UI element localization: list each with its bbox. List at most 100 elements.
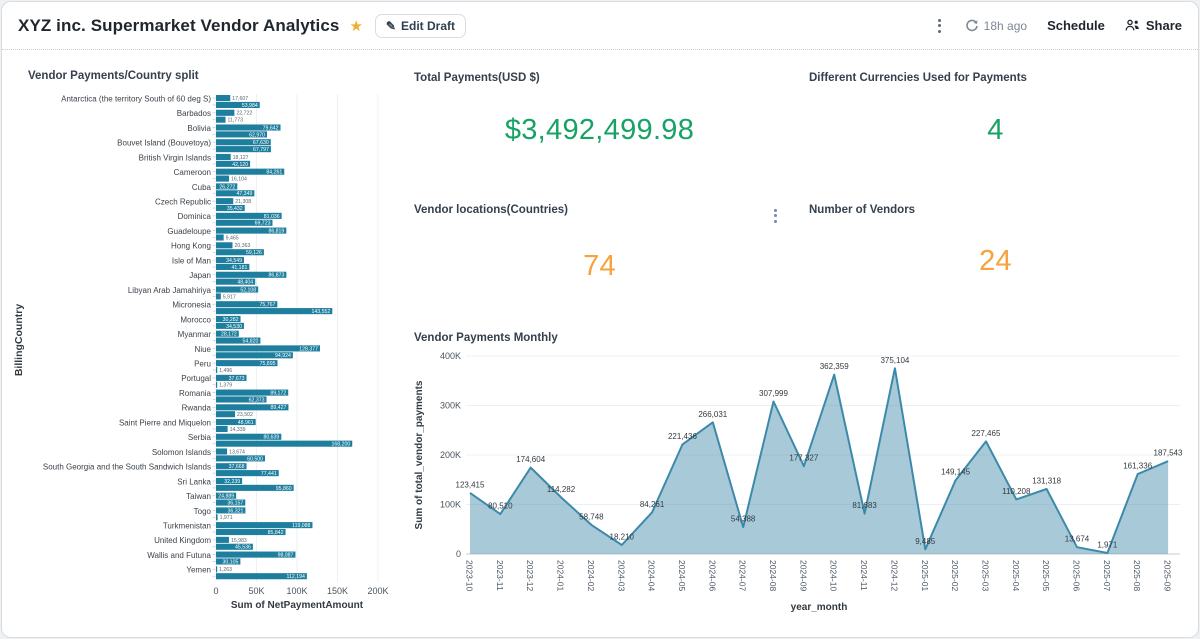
svg-text:2025-07: 2025-07 xyxy=(1102,560,1112,591)
svg-text:58,748: 58,748 xyxy=(579,512,604,521)
svg-text:32,239: 32,239 xyxy=(224,479,240,485)
svg-text:Niue: Niue xyxy=(195,345,212,354)
svg-text:2025-04: 2025-04 xyxy=(1011,560,1021,591)
svg-text:26,272: 26,272 xyxy=(219,184,235,190)
svg-text:75,767: 75,767 xyxy=(259,302,275,308)
card-title: Total Payments(USD $) xyxy=(414,72,781,84)
svg-text:54,388: 54,388 xyxy=(731,515,756,524)
card-title: Vendor locations(Countries) xyxy=(414,204,770,216)
svg-text:47,349: 47,349 xyxy=(236,191,252,197)
dashboard-title: XYZ inc. Supermarket Vendor Analytics xyxy=(18,16,339,36)
edit-draft-label: Edit Draft xyxy=(401,19,455,33)
svg-text:2024-01: 2024-01 xyxy=(556,560,566,591)
edit-draft-button[interactable]: ✎ Edit Draft xyxy=(375,14,466,38)
card-more-options-icon[interactable] xyxy=(770,204,781,227)
scalar-value: $3,492,499.98 xyxy=(402,84,797,190)
svg-text:2024-08: 2024-08 xyxy=(768,560,778,591)
share-button[interactable]: Share xyxy=(1125,18,1182,33)
svg-text:Sum of total_vendor_payments: Sum of total_vendor_payments xyxy=(414,380,425,529)
svg-text:67,630: 67,630 xyxy=(253,140,269,146)
card-number-of-vendors: Number of Vendors 24 xyxy=(797,190,1194,320)
svg-text:34,549: 34,549 xyxy=(226,258,242,264)
svg-text:161,336: 161,336 xyxy=(1123,462,1152,471)
svg-text:89,427: 89,427 xyxy=(271,405,287,411)
svg-text:Cameroon: Cameroon xyxy=(174,168,211,177)
svg-text:21,308: 21,308 xyxy=(235,199,251,205)
svg-text:37,668: 37,668 xyxy=(229,464,245,470)
svg-text:86,819: 86,819 xyxy=(268,228,284,234)
svg-text:Libyan Arab Jamahiriya: Libyan Arab Jamahiriya xyxy=(128,286,212,295)
svg-text:79,642: 79,642 xyxy=(263,125,279,131)
svg-text:9,485: 9,485 xyxy=(915,537,936,546)
svg-text:Antarctica (the territory Sout: Antarctica (the territory South of 60 de… xyxy=(61,94,211,103)
svg-text:174,604: 174,604 xyxy=(516,455,545,464)
svg-text:227,465: 227,465 xyxy=(971,429,1000,438)
svg-text:35,432: 35,432 xyxy=(227,206,243,212)
svg-text:100K: 100K xyxy=(286,586,307,596)
svg-text:Bouvet Island (Bouvetoya): Bouvet Island (Bouvetoya) xyxy=(117,139,211,148)
svg-text:69,723: 69,723 xyxy=(255,221,271,227)
svg-text:Cuba: Cuba xyxy=(192,183,212,192)
svg-text:13,674: 13,674 xyxy=(229,449,245,455)
svg-text:30,105: 30,105 xyxy=(223,559,239,565)
country-split-bar-chart[interactable]: 050K100K150K200KSum of NetPaymentAmountB… xyxy=(10,92,402,622)
svg-text:16,104: 16,104 xyxy=(231,176,247,182)
svg-text:13,674: 13,674 xyxy=(1065,535,1090,544)
svg-text:14,339: 14,339 xyxy=(230,427,246,433)
svg-text:2025-05: 2025-05 xyxy=(1041,560,1051,591)
svg-text:18,127: 18,127 xyxy=(233,155,249,161)
svg-text:2024-09: 2024-09 xyxy=(798,560,808,591)
svg-text:1,971: 1,971 xyxy=(220,515,233,521)
svg-text:2025-03: 2025-03 xyxy=(980,560,990,591)
share-label: Share xyxy=(1146,18,1182,33)
svg-text:37,673: 37,673 xyxy=(229,376,245,382)
svg-text:2023-11: 2023-11 xyxy=(495,560,505,591)
svg-text:2024-02: 2024-02 xyxy=(586,560,596,591)
schedule-button[interactable]: Schedule xyxy=(1047,18,1105,33)
svg-text:2024-05: 2024-05 xyxy=(677,560,687,591)
svg-text:119,088: 119,088 xyxy=(292,523,310,529)
svg-text:59,126: 59,126 xyxy=(246,250,262,256)
svg-text:67,797: 67,797 xyxy=(253,147,269,153)
svg-text:24,889: 24,889 xyxy=(218,494,234,500)
svg-text:22,722: 22,722 xyxy=(236,111,252,117)
svg-text:131,318: 131,318 xyxy=(1032,476,1061,485)
svg-text:86,873: 86,873 xyxy=(268,273,284,279)
favorite-star-icon[interactable]: ★ xyxy=(349,17,362,35)
svg-text:123,415: 123,415 xyxy=(456,480,485,489)
svg-text:11,773: 11,773 xyxy=(228,118,244,124)
svg-text:Sri Lanka: Sri Lanka xyxy=(177,477,211,486)
card-different-currencies: Different Currencies Used for Payments 4 xyxy=(797,58,1194,190)
svg-text:266,031: 266,031 xyxy=(698,410,727,419)
card-monthly-payments: Vendor Payments Monthly 0100K200K300K400… xyxy=(402,322,1194,638)
svg-text:2024-07: 2024-07 xyxy=(738,560,748,591)
svg-text:375,104: 375,104 xyxy=(880,356,909,365)
svg-text:2025-01: 2025-01 xyxy=(920,560,930,591)
pencil-icon: ✎ xyxy=(386,19,396,33)
svg-text:110,208: 110,208 xyxy=(1002,487,1031,496)
more-options-icon[interactable] xyxy=(934,14,945,37)
svg-text:85,842: 85,842 xyxy=(268,530,284,536)
svg-text:Hong Kong: Hong Kong xyxy=(171,242,211,251)
svg-text:Czech Republic: Czech Republic xyxy=(155,197,211,206)
svg-text:221,436: 221,436 xyxy=(668,432,697,441)
svg-text:48,404: 48,404 xyxy=(237,280,253,286)
svg-text:300K: 300K xyxy=(440,401,461,411)
svg-text:15,983: 15,983 xyxy=(231,538,247,544)
svg-text:168,200: 168,200 xyxy=(331,442,350,448)
svg-text:2024-11: 2024-11 xyxy=(859,560,869,591)
card-title: Number of Vendors xyxy=(809,204,1178,216)
refresh-button[interactable]: 18h ago xyxy=(965,19,1027,33)
svg-text:95,860: 95,860 xyxy=(276,486,292,492)
scalar-value: 4 xyxy=(797,84,1194,190)
svg-text:36,157: 36,157 xyxy=(227,500,243,506)
svg-text:28,172: 28,172 xyxy=(221,332,237,338)
svg-text:2024-04: 2024-04 xyxy=(647,560,657,591)
svg-text:Serbia: Serbia xyxy=(188,433,212,442)
svg-text:200K: 200K xyxy=(440,450,461,460)
monthly-payments-area-chart[interactable]: 0100K200K300K400KSum of total_vendor_pay… xyxy=(410,342,1194,626)
svg-text:18,210: 18,210 xyxy=(610,532,635,541)
svg-text:Guadeloupe: Guadeloupe xyxy=(167,227,211,236)
svg-text:BillingCountry: BillingCountry xyxy=(13,304,25,376)
svg-text:149,145: 149,145 xyxy=(941,468,970,477)
